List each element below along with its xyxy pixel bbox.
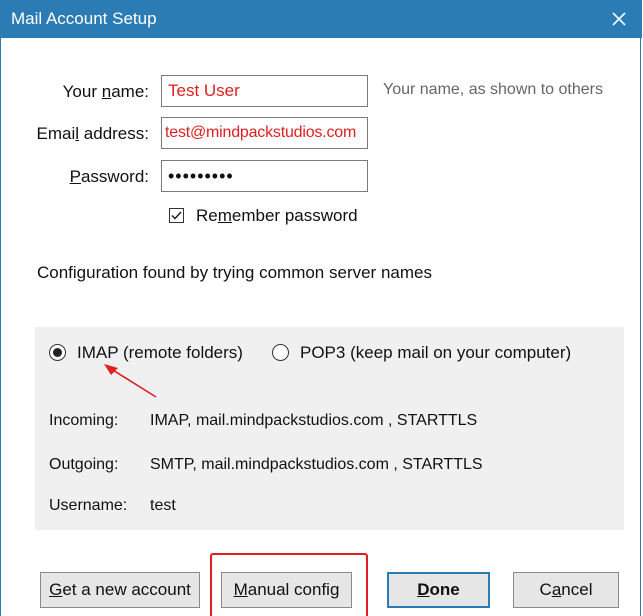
- name-label: Your name:: [62, 82, 149, 101]
- email-label: Email address:: [36, 124, 149, 143]
- pop3-radio-label[interactable]: POP3 (keep mail on your computer): [300, 343, 571, 363]
- email-input[interactable]: test@mindpackstudios.com: [161, 117, 368, 149]
- username-label: Username:: [49, 497, 128, 514]
- password-input[interactable]: •••••••••: [161, 160, 368, 192]
- incoming-label: Incoming:: [49, 412, 119, 429]
- cancel-button[interactable]: Ca ncel: [513, 572, 619, 608]
- remember-password-checkbox[interactable]: [169, 208, 184, 223]
- window-title: Mail Account Setup: [11, 9, 157, 28]
- get-new-account-button[interactable]: Get a new account: [40, 572, 200, 608]
- imap-radio[interactable]: [49, 344, 66, 361]
- close-icon: [612, 12, 626, 26]
- username-value: test: [150, 497, 176, 514]
- mail-account-setup-dialog: Mail Account Setup Your name: Test User …: [0, 0, 642, 616]
- remember-password-label[interactable]: Remember password: [196, 206, 358, 226]
- done-button[interactable]: Done: [387, 572, 490, 608]
- pop3-radio[interactable]: [272, 344, 289, 361]
- status-message: Configuration found by trying common ser…: [37, 263, 432, 282]
- name-hint: Your name, as shown to others: [383, 81, 603, 98]
- close-button[interactable]: [596, 0, 642, 38]
- outgoing-label: Outgoing:: [49, 456, 119, 473]
- title-bar: Mail Account Setup: [1, 0, 642, 38]
- incoming-value: IMAP, mail.mindpackstudios.com , STARTTL…: [150, 412, 478, 429]
- checkmark-icon: [171, 211, 182, 220]
- outgoing-value: SMTP, mail.mindpackstudios.com , STARTTL…: [150, 456, 483, 473]
- password-label: Password:: [69, 167, 149, 186]
- name-input[interactable]: Test User: [161, 75, 368, 107]
- annotation-arrow: [104, 364, 157, 398]
- manual-config-button[interactable]: Manual config: [221, 572, 352, 608]
